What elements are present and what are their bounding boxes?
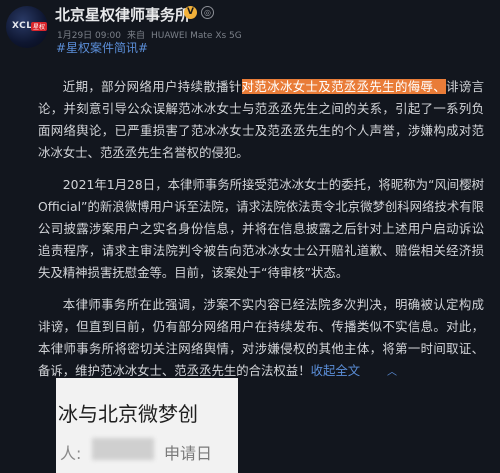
paragraph-1: 近期，部分网络用户持续散播针对范冰冰女士及范丞丞先生的侮辱、诽谤言论，并刻意引导…	[38, 76, 484, 164]
post-device: HUAWEI Mate Xs 5G	[151, 31, 242, 41]
level-icon[interactable]: ◎	[201, 6, 214, 19]
collapse-link[interactable]: 收起全文 ︿	[311, 363, 397, 378]
avatar[interactable]: XCL 星权	[6, 6, 48, 48]
chevron-up-icon: ︿	[386, 367, 397, 378]
image-text-apply: 申请日	[164, 444, 213, 463]
paragraph-2: 2021年1月28日，本律师事务所接受范冰冰女士的委托，将昵称为“风间樱树Off…	[38, 177, 484, 280]
image-text-label: 人:	[60, 444, 82, 463]
p1-text-start: 近期，部分网络用户持续散播针	[62, 79, 242, 94]
highlighted-text: 对范冰冰女士及范丞丞先生的侮辱、	[241, 79, 447, 94]
verified-badge-icon: V	[184, 6, 197, 19]
author-name[interactable]: 北京星权律师事务所	[55, 4, 190, 25]
collapse-label: 收起全文	[310, 363, 361, 378]
paragraph-3: 本律师事务所在此强调，涉案不实内容已经法院多次判决，明确被认定构成诽谤，但直到目…	[38, 294, 484, 384]
avatar-logo-text: XCL	[12, 21, 33, 31]
post-body: 近期，部分网络用户持续散播针对范冰冰女士及范丞丞先生的侮辱、诽谤言论，并刻意引导…	[38, 76, 484, 394]
post-header: XCL 星权 北京星权律师事务所 V ◎ 1月29日 09:00 来自 HUAWEI…	[0, 0, 500, 60]
hashtag-link[interactable]: #星权案件简讯#	[56, 39, 148, 56]
image-blurred-region	[92, 438, 154, 460]
attached-image[interactable]: 冰与北京微梦创 人: 申请日	[56, 378, 238, 473]
avatar-logo-badge: 星权	[31, 22, 48, 31]
image-text-line1: 冰与北京微梦创	[58, 402, 198, 426]
p3-text: 本律师事务所在此强调，涉案不实内容已经法院多次判决，明确被认定构成诽谤，但直到目…	[38, 297, 484, 378]
